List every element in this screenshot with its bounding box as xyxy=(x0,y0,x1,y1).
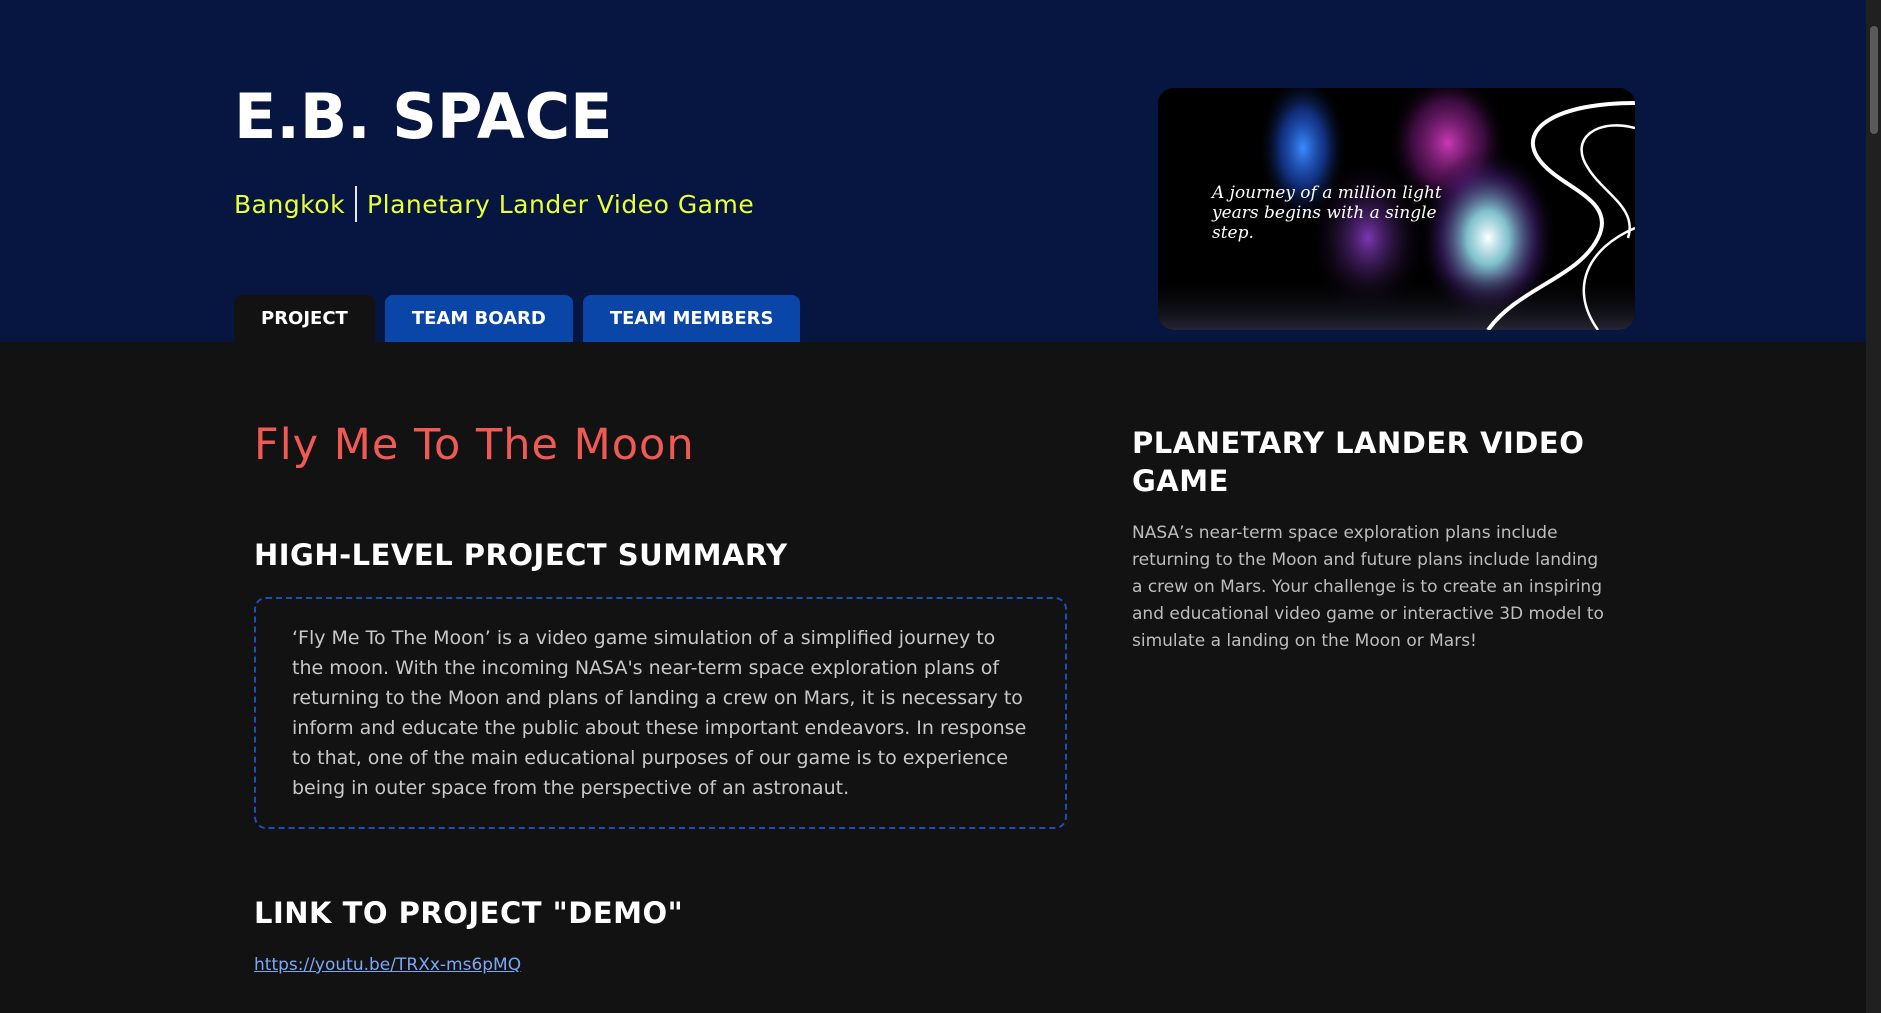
challenge-label: Planetary Lander Video Game xyxy=(367,189,755,219)
image-quote: A journey of a million light years begin… xyxy=(1212,183,1442,243)
scrollbar-thumb[interactable] xyxy=(1870,26,1878,134)
project-title: Fly Me To The Moon xyxy=(254,420,695,470)
demo-link[interactable]: https://youtu.be/TRXx-ms6pMQ xyxy=(254,955,521,975)
challenge-description: NASA’s near-term space exploration plans… xyxy=(1132,523,1604,651)
vertical-scrollbar[interactable] xyxy=(1866,0,1881,1013)
location-row: Bangkok Planetary Lander Video Game xyxy=(234,186,754,222)
tab-team-board[interactable]: TEAM BOARD xyxy=(384,295,573,342)
challenge-title: PLANETARY LANDER VIDEO GAME xyxy=(1132,426,1585,498)
team-header: E.B. SPACE Bangkok Planetary Lander Vide… xyxy=(0,0,1866,342)
project-section: Fly Me To The Moon HIGH-LEVEL PROJECT SU… xyxy=(254,420,1074,975)
tab-bar: PROJECT TEAM BOARD TEAM MEMBERS xyxy=(234,295,801,342)
summary-text: ‘Fly Me To The Moon’ is a video game sim… xyxy=(292,627,1027,799)
summary-heading: HIGH-LEVEL PROJECT SUMMARY xyxy=(254,538,788,572)
demo-heading: LINK TO PROJECT "DEMO" xyxy=(254,896,684,930)
tab-project[interactable]: PROJECT xyxy=(234,295,375,342)
divider xyxy=(355,186,358,222)
location-label: Bangkok xyxy=(234,189,346,219)
challenge-image: A journey of a million light years begin… xyxy=(1158,88,1635,330)
tab-team-members[interactable]: TEAM MEMBERS xyxy=(582,295,801,342)
challenge-section: PLANETARY LANDER VIDEO GAME NASA’s near-… xyxy=(1132,424,1612,655)
team-name: E.B. SPACE xyxy=(234,80,613,153)
summary-box: ‘Fly Me To The Moon’ is a video game sim… xyxy=(254,597,1067,829)
page: E.B. SPACE Bangkok Planetary Lander Vide… xyxy=(0,0,1881,1013)
